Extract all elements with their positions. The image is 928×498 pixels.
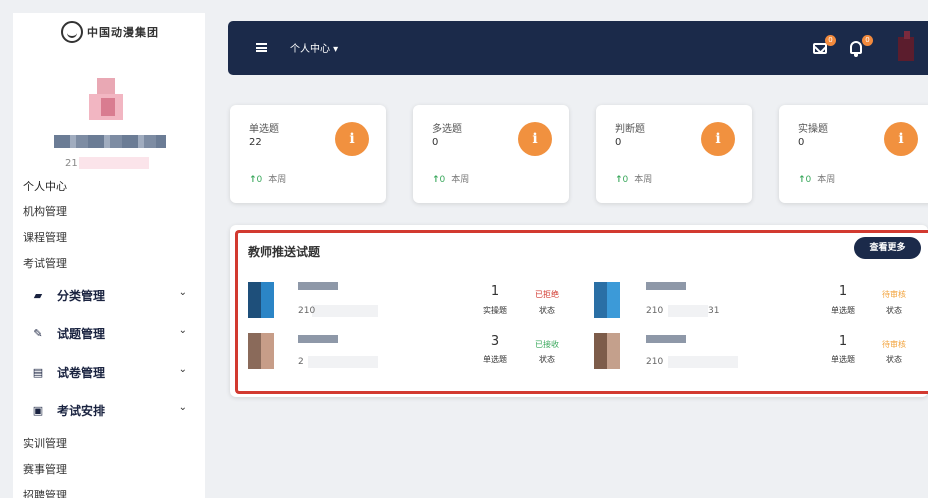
chevron-down-icon: ⌄: [178, 402, 187, 413]
stat-card-title: 单选题: [249, 124, 279, 135]
bell-badge: 0: [862, 35, 873, 46]
sidebar-item-exam-management[interactable]: 考试管理: [23, 255, 67, 271]
stat-card-delta: 0: [805, 175, 812, 185]
category-icon: ▰: [33, 288, 43, 302]
sidebar-group-label: 试卷管理: [57, 365, 106, 380]
paper-icon: ▤: [32, 365, 44, 379]
chevron-down-icon: ⌄: [178, 325, 187, 336]
info-icon: i: [518, 122, 552, 156]
stat-card-multiple-choice: 多选题 0 i ↑0 本周: [413, 105, 569, 203]
stat-card-period: 本周: [634, 175, 653, 185]
sidebar-group-category[interactable]: ▰ 分类管理 ⌄: [31, 285, 203, 305]
user-menu-avatar[interactable]: [898, 37, 914, 61]
stat-card-period: 本周: [268, 175, 287, 185]
stat-card-title: 判断题: [615, 124, 645, 135]
info-icon: i: [884, 122, 918, 156]
bell-icon[interactable]: [850, 41, 862, 57]
sidebar-item-competition[interactable]: 赛事管理: [23, 461, 67, 477]
info-icon: i: [701, 122, 735, 156]
user-avatar[interactable]: [89, 78, 129, 126]
sidebar-group-label: 分类管理: [57, 288, 106, 303]
stat-card-title: 多选题: [432, 124, 462, 135]
sidebar-item-personal-center[interactable]: 个人中心: [23, 178, 67, 194]
user-name-blurred: [54, 135, 166, 148]
chevron-down-icon: ⌄: [178, 287, 187, 298]
stat-card-single-choice: 单选题 22 i ↑0 本周: [230, 105, 386, 203]
stat-card-value: 0: [798, 137, 805, 148]
sidebar-group-label: 试题管理: [57, 326, 106, 341]
stat-card-period: 本周: [451, 175, 470, 185]
breadcrumb-dropdown[interactable]: 个人中心 ▾: [290, 40, 338, 55]
sidebar: 中国动漫集团 21 个人中心 机构管理 课程管理 考试管理 ▰ 分类管理 ⌄ ✎…: [13, 13, 205, 498]
stat-card-delta: 0: [439, 175, 446, 185]
mail-badge: 0: [825, 35, 836, 46]
stat-card-footer: ↑0 本周: [615, 172, 652, 185]
user-id: 21: [65, 158, 78, 169]
user-menu-avatar-detail: [904, 31, 910, 39]
stat-card-value: 0: [615, 137, 622, 148]
arrow-up-icon: ↑: [249, 175, 257, 185]
brand-logo-icon: [61, 21, 83, 43]
highlight-border: [235, 230, 928, 394]
sidebar-group-questions[interactable]: ✎ 试题管理 ⌄: [31, 323, 203, 343]
brand-name: 中国动漫集团: [87, 26, 159, 39]
sidebar-group-exam-schedule[interactable]: ▣ 考试安排 ⌄: [31, 400, 203, 420]
sidebar-item-training[interactable]: 实训管理: [23, 435, 67, 451]
stat-card-practical: 实操题 0 i ↑0 本周: [779, 105, 928, 203]
stat-card-footer: ↑0 本周: [249, 172, 286, 185]
stat-card-period: 本周: [817, 175, 836, 185]
info-icon: i: [335, 122, 369, 156]
arrow-up-icon: ↑: [432, 175, 440, 185]
stat-card-delta: 0: [622, 175, 629, 185]
stat-card-footer: ↑0 本周: [798, 172, 835, 185]
sidebar-item-course-management[interactable]: 课程管理: [23, 229, 67, 245]
mail-icon[interactable]: [813, 43, 827, 54]
user-id-blurred: [79, 157, 149, 169]
sidebar-group-papers[interactable]: ▤ 试卷管理 ⌄: [31, 362, 203, 382]
chevron-down-icon: ⌄: [178, 364, 187, 375]
brand-logo: 中国动漫集团: [61, 21, 159, 43]
top-navbar: 个人中心 ▾ 0 0: [228, 21, 928, 75]
sidebar-item-org-management[interactable]: 机构管理: [23, 203, 67, 219]
stat-card-title: 实操题: [798, 124, 828, 135]
stat-card-value: 0: [432, 137, 439, 148]
sidebar-item-recruitment[interactable]: 招聘管理: [23, 487, 67, 498]
exam-icon: ▣: [32, 403, 44, 417]
stat-card-delta: 0: [256, 175, 263, 185]
stat-card-true-false: 判断题 0 i ↑0 本周: [596, 105, 752, 203]
arrow-up-icon: ↑: [798, 175, 806, 185]
pen-icon: ✎: [33, 326, 43, 340]
sidebar-group-label: 考试安排: [57, 403, 106, 418]
stat-card-value: 22: [249, 137, 262, 148]
stat-card-footer: ↑0 本周: [432, 172, 469, 185]
hamburger-menu-icon[interactable]: [256, 43, 267, 52]
arrow-up-icon: ↑: [615, 175, 623, 185]
